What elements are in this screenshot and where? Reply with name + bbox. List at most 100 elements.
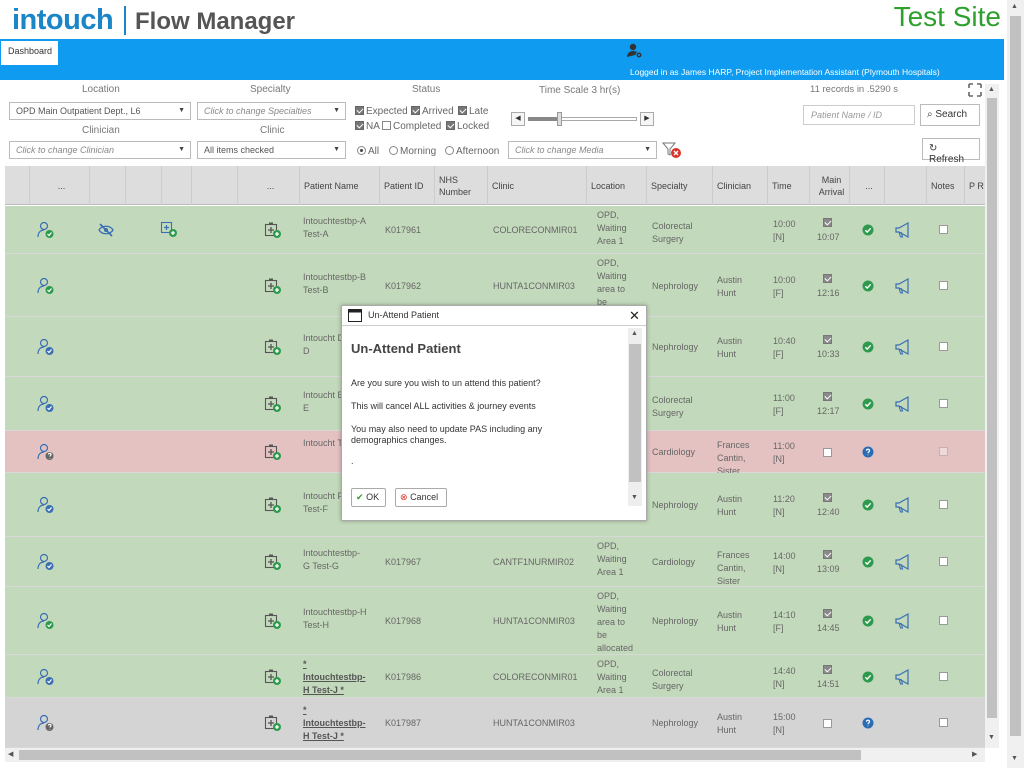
table-row[interactable]: * Intouchtestbp-H Test-J * K017986 COLOREC… — [5, 655, 985, 698]
arrival-checkbox[interactable] — [823, 493, 832, 502]
add-activity-icon[interactable] — [264, 277, 282, 295]
notes-checkbox[interactable] — [939, 342, 948, 351]
add-activity-icon[interactable] — [264, 496, 282, 514]
arrival-checkbox[interactable] — [823, 550, 832, 559]
tab-dashboard[interactable]: Dashboard — [1, 41, 58, 65]
clinician-select[interactable]: Click to change Clinician ▼ — [9, 141, 191, 159]
table-row[interactable]: Intouchtestbp-H Test-H K017968 HUNTA1CONMI… — [5, 587, 985, 655]
add-activity-icon[interactable] — [264, 553, 282, 571]
status-na[interactable]: NA — [355, 121, 380, 132]
add-activity-icon[interactable] — [264, 612, 282, 630]
status-expected[interactable]: Expected — [355, 106, 408, 117]
ok-button[interactable]: ✔ OK — [351, 488, 386, 507]
scroll-thumb[interactable] — [19, 750, 861, 760]
dialog-scroll-thumb[interactable] — [629, 344, 641, 482]
arrival-checkbox[interactable] — [823, 609, 832, 618]
notes-checkbox[interactable] — [939, 500, 948, 509]
th-patient-id[interactable]: Patient ID — [380, 166, 435, 205]
slider-left-arrow-icon[interactable]: ◀ — [511, 112, 525, 126]
radio-all[interactable]: All — [357, 146, 379, 157]
arrival-checkbox[interactable] — [823, 273, 832, 283]
megaphone-icon[interactable] — [894, 277, 912, 295]
notes-checkbox[interactable] — [939, 225, 948, 234]
patient-attended-icon[interactable] — [37, 496, 55, 514]
clinic-select[interactable]: All items checked ▼ — [197, 141, 346, 159]
arrival-checkbox[interactable] — [823, 335, 832, 344]
scroll-thumb[interactable] — [1010, 16, 1021, 736]
th-specialty[interactable]: Specialty — [647, 166, 713, 205]
patient-attended-icon[interactable] — [37, 277, 55, 295]
scroll-right-icon[interactable]: ▶ — [972, 750, 977, 758]
add-activity-icon[interactable] — [264, 221, 282, 239]
page-scrollbar[interactable]: ▲ ▼ — [1007, 0, 1024, 768]
notes-checkbox[interactable] — [939, 557, 948, 566]
radio-afternoon[interactable]: Afternoon — [445, 146, 499, 157]
patient-attended-icon[interactable] — [37, 612, 55, 630]
specialty-select[interactable]: Click to change Specialties ▼ — [197, 102, 346, 120]
add-activity-icon[interactable] — [264, 395, 282, 413]
th-main-arrival[interactable]: Main Arrival — [810, 166, 850, 205]
notes-checkbox[interactable] — [939, 718, 948, 727]
patient-attended-icon[interactable] — [37, 338, 55, 356]
th-clinic[interactable]: Clinic — [488, 166, 587, 205]
clear-filter-icon[interactable] — [662, 141, 682, 159]
expand-icon[interactable] — [968, 83, 982, 97]
scroll-down-icon[interactable]: ▼ — [631, 494, 638, 501]
notes-checkbox[interactable] — [939, 447, 948, 456]
cancel-button[interactable]: ⊗ Cancel — [395, 488, 447, 507]
megaphone-icon[interactable] — [894, 668, 912, 686]
th-time[interactable]: Time — [768, 166, 810, 205]
arrival-checkbox[interactable] — [823, 664, 832, 674]
megaphone-icon[interactable] — [894, 221, 912, 239]
patient-unknown-icon[interactable] — [37, 443, 55, 461]
patient-attended-icon[interactable] — [37, 395, 55, 413]
megaphone-icon[interactable] — [894, 496, 912, 514]
arrival-checkbox[interactable] — [823, 392, 832, 401]
search-button[interactable]: ⌕ Search — [920, 104, 980, 126]
add-activity-icon[interactable] — [264, 338, 282, 356]
status-arrived[interactable]: Arrived — [411, 106, 454, 117]
megaphone-icon[interactable] — [894, 553, 912, 571]
table-row[interactable]: * Intouchtestbp-H Test-J * K017987 HUNTA1C… — [5, 698, 985, 748]
status-locked[interactable]: Locked — [446, 121, 489, 132]
user-settings-icon[interactable] — [626, 43, 644, 59]
megaphone-icon[interactable] — [894, 395, 912, 413]
th-patient-name[interactable]: Patient Name — [300, 166, 380, 205]
timescale-slider[interactable]: ◀ ▶ — [511, 112, 654, 126]
notes-checkbox[interactable] — [939, 399, 948, 408]
dialog-scrollbar[interactable]: ▲ ▼ — [628, 328, 642, 506]
patient-name[interactable]: * Intouchtestbp-H Test-J * — [303, 704, 367, 743]
scroll-up-icon[interactable]: ▲ — [1011, 3, 1018, 10]
patient-attended-icon[interactable] — [37, 668, 55, 686]
table-horizontal-scrollbar[interactable]: ◀ ▶ — [5, 748, 985, 762]
scroll-thumb[interactable] — [987, 98, 997, 718]
arrival-checkbox[interactable] — [823, 448, 832, 457]
status-late[interactable]: Late — [458, 106, 488, 117]
scroll-up-icon[interactable]: ▲ — [988, 86, 995, 93]
patient-attended-icon[interactable] — [37, 553, 55, 571]
slider-right-arrow-icon[interactable]: ▶ — [640, 112, 654, 126]
arrival-checkbox[interactable] — [823, 719, 832, 728]
th-notes[interactable]: Notes — [927, 166, 965, 205]
arrival-checkbox[interactable] — [823, 218, 832, 227]
patient-unknown-icon[interactable] — [37, 714, 55, 732]
table-row[interactable]: Intouchtestbp-A Test-A K017961 COLORECONMI… — [5, 206, 985, 254]
notes-checkbox[interactable] — [939, 280, 948, 290]
add-activity-icon[interactable] — [264, 668, 282, 686]
patient-attended-icon[interactable] — [37, 221, 55, 239]
megaphone-icon[interactable] — [894, 612, 912, 630]
slider-handle[interactable] — [557, 112, 562, 126]
add-activity-icon[interactable] — [264, 443, 282, 461]
megaphone-icon[interactable] — [894, 338, 912, 356]
close-icon[interactable]: ✕ — [629, 308, 640, 324]
table-row[interactable]: Intouchtestbp-G Test-G K017967 CANTF1NURMI… — [5, 537, 985, 587]
scroll-left-icon[interactable]: ◀ — [8, 750, 13, 758]
patient-name[interactable]: * Intouchtestbp-H Test-J * — [303, 658, 367, 697]
scroll-down-icon[interactable]: ▼ — [1011, 755, 1018, 762]
radio-morning[interactable]: Morning — [389, 146, 436, 157]
scroll-up-icon[interactable]: ▲ — [631, 330, 638, 337]
notes-checkbox[interactable] — [939, 671, 948, 681]
add-task-icon[interactable] — [160, 220, 178, 238]
media-select[interactable]: Click to change Media ▼ — [508, 141, 657, 159]
location-select[interactable]: OPD Main Outpatient Dept., L6 ▼ — [9, 102, 191, 120]
